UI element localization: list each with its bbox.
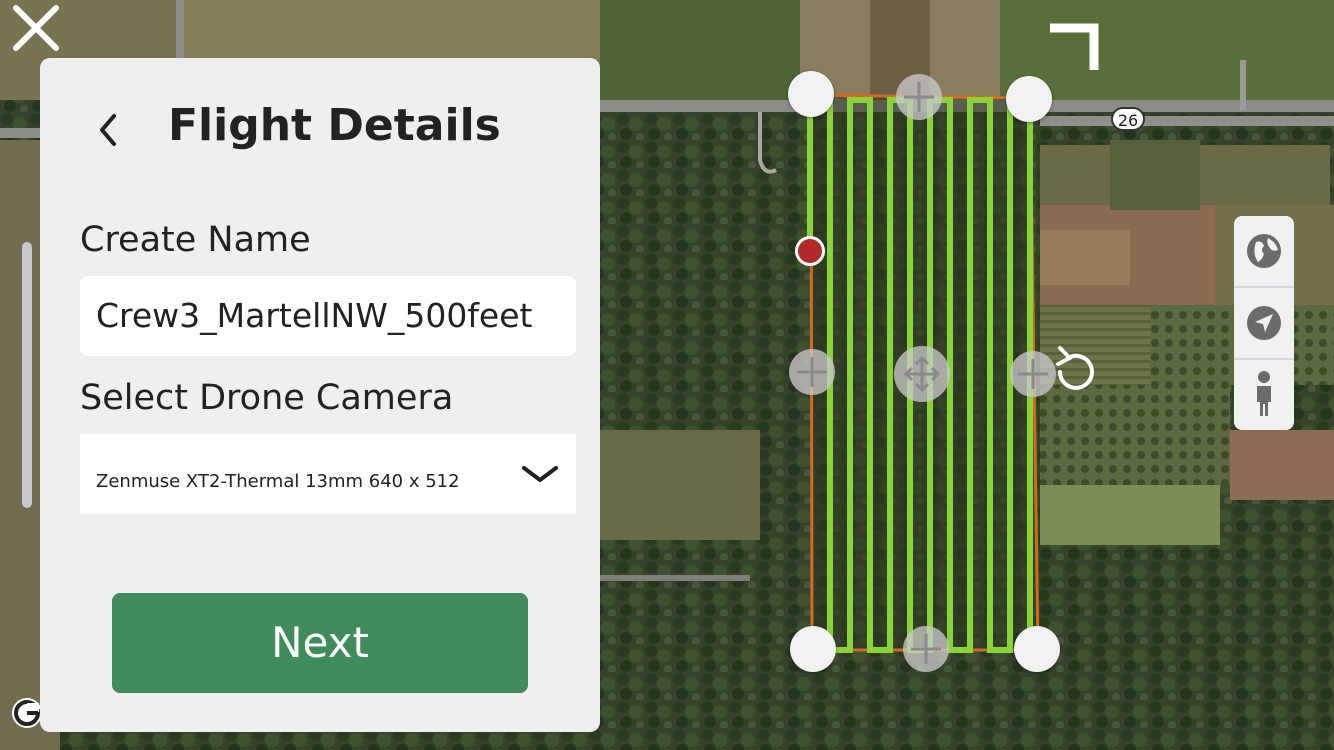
plus-icon xyxy=(904,82,934,112)
back-chevron-icon[interactable] xyxy=(92,108,122,152)
map-corner-marker-icon xyxy=(1050,23,1099,70)
map-screen: 26 Flight Details Create Name Crew3_Mart… xyxy=(0,0,1334,750)
flight-name-input[interactable]: Crew3_MartellNW_500feet xyxy=(80,276,576,356)
next-button[interactable]: Next xyxy=(112,593,528,693)
create-name-label: Create Name xyxy=(80,220,311,260)
drone-camera-select[interactable]: Zenmuse XT2-Thermal 13mm 640 x 512 xyxy=(80,434,576,514)
camera-select-value: Zenmuse XT2-Thermal 13mm 640 x 512 xyxy=(96,471,460,492)
page-title: Flight Details xyxy=(168,100,501,151)
add-vertex-left-handle[interactable] xyxy=(789,349,835,395)
plus-icon xyxy=(797,357,827,387)
flight-details-panel: Flight Details Create Name Crew3_Martell… xyxy=(40,58,600,732)
person-icon xyxy=(1257,371,1271,416)
corner-handle-bottom-left[interactable] xyxy=(790,626,836,672)
corner-handle-top-right[interactable] xyxy=(1006,76,1052,122)
globe-button[interactable] xyxy=(1234,216,1294,286)
add-vertex-bottom-handle[interactable] xyxy=(903,626,949,672)
panel-scrollbar[interactable] xyxy=(22,242,32,508)
route-start-marker xyxy=(795,236,825,266)
move-arrows-icon xyxy=(903,355,941,393)
street-view-button[interactable] xyxy=(1234,358,1294,430)
add-vertex-top-handle[interactable] xyxy=(896,74,942,120)
move-area-handle[interactable] xyxy=(894,346,950,402)
chevron-down-icon xyxy=(522,466,558,482)
globe-icon xyxy=(1247,234,1281,268)
close-icon[interactable] xyxy=(10,2,62,54)
road-shield: 26 xyxy=(1111,107,1145,131)
navigation-arrow-icon xyxy=(1247,306,1281,340)
select-camera-label: Select Drone Camera xyxy=(80,378,454,418)
map-controls xyxy=(1234,216,1294,430)
corner-handle-bottom-right[interactable] xyxy=(1014,626,1060,672)
locate-me-button[interactable] xyxy=(1234,286,1294,358)
corner-handle-top-left[interactable] xyxy=(788,71,834,117)
plus-icon xyxy=(911,634,941,664)
rotate-icon[interactable] xyxy=(1046,342,1104,400)
google-logo-icon xyxy=(12,698,42,728)
